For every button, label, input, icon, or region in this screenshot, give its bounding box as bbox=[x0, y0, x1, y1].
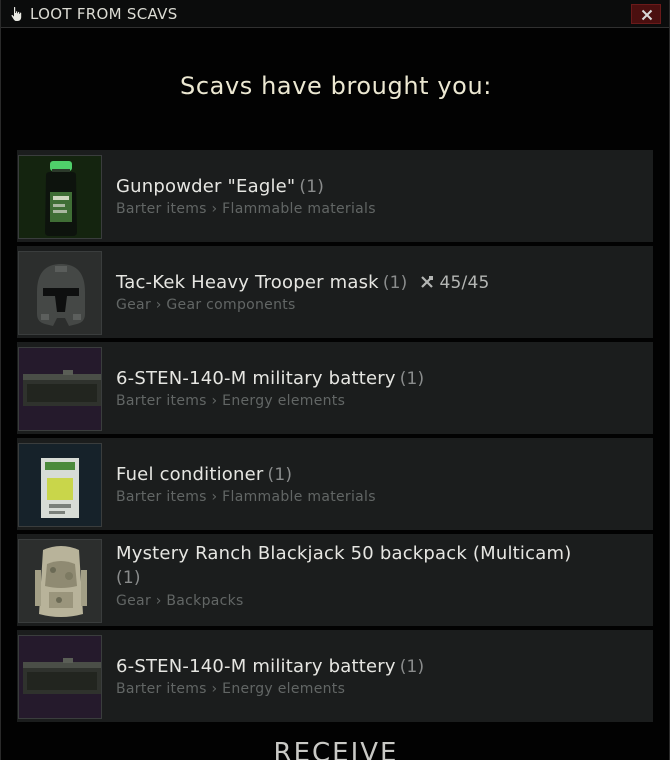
item-quantity: (1) bbox=[399, 369, 425, 389]
loot-heading: Scavs have brought you: bbox=[180, 72, 492, 100]
item-thumbnail bbox=[18, 539, 102, 623]
loot-item-fuel-conditioner[interactable]: Fuel conditioner (1) Barter items › Flamm… bbox=[17, 438, 653, 530]
title-bar[interactable]: LOOT FROM SCAVS bbox=[1, 0, 669, 28]
item-name: 6-STEN-140-M military battery bbox=[116, 368, 396, 389]
loot-item-gunpowder-eagle[interactable]: Gunpowder "Eagle" (1) Barter items › Flam… bbox=[17, 150, 653, 242]
item-name: Tac-Kek Heavy Trooper mask bbox=[116, 272, 379, 293]
item-thumbnail bbox=[18, 443, 102, 527]
item-thumbnail bbox=[18, 635, 102, 719]
receive-button[interactable]: RECEIVE bbox=[1, 738, 669, 760]
item-name: Mystery Ranch Blackjack 50 backpack (Mul… bbox=[116, 543, 572, 564]
item-category: Gear › Backpacks bbox=[116, 593, 244, 609]
window-title: LOOT FROM SCAVS bbox=[30, 5, 178, 23]
item-quantity: (1) bbox=[382, 273, 408, 293]
item-name: Fuel conditioner bbox=[116, 464, 264, 485]
loot-item-military-battery[interactable]: 6-STEN-140-M military battery (1) Barter … bbox=[17, 342, 653, 434]
item-thumbnail bbox=[18, 155, 102, 239]
close-button[interactable] bbox=[631, 4, 661, 24]
loot-item-blackjack-backpack[interactable]: Mystery Ranch Blackjack 50 backpack (Mul… bbox=[17, 534, 653, 626]
item-quantity: (1) bbox=[399, 657, 425, 677]
fuel-conditioner-icon bbox=[41, 458, 79, 518]
item-name: 6-STEN-140-M military battery bbox=[116, 656, 396, 677]
item-quantity: (1) bbox=[299, 177, 325, 197]
close-icon bbox=[641, 9, 653, 21]
durability-value: 45/45 bbox=[439, 273, 490, 293]
item-category: Barter items › Flammable materials bbox=[116, 489, 376, 505]
battery-icon bbox=[23, 658, 101, 694]
hand-pointer-icon bbox=[9, 6, 25, 22]
backpack-icon bbox=[35, 546, 87, 617]
item-category: Barter items › Energy elements bbox=[116, 681, 346, 697]
loot-item-military-battery[interactable]: 6-STEN-140-M military battery (1) Barter … bbox=[17, 630, 653, 722]
item-quantity: (1) bbox=[267, 465, 293, 485]
battery-icon bbox=[23, 370, 101, 406]
item-quantity: (1) bbox=[116, 568, 141, 588]
loot-item-trooper-mask[interactable]: Tac-Kek Heavy Trooper mask (1) 45/45 Gear … bbox=[17, 246, 653, 338]
item-thumbnail bbox=[18, 347, 102, 431]
loot-window: LOOT FROM SCAVS Scavs have brought you: bbox=[0, 0, 670, 760]
item-category: Barter items › Flammable materials bbox=[116, 201, 376, 217]
wrench-icon bbox=[420, 276, 433, 288]
item-thumbnail bbox=[18, 251, 102, 335]
item-name: Gunpowder "Eagle" bbox=[116, 176, 296, 197]
item-category: Barter items › Energy elements bbox=[116, 393, 346, 409]
item-durability: 45/45 bbox=[420, 273, 490, 293]
trooper-mask-icon bbox=[37, 264, 85, 326]
item-category: Gear › Gear components bbox=[116, 297, 296, 313]
gunpowder-bottle-icon bbox=[45, 161, 77, 236]
